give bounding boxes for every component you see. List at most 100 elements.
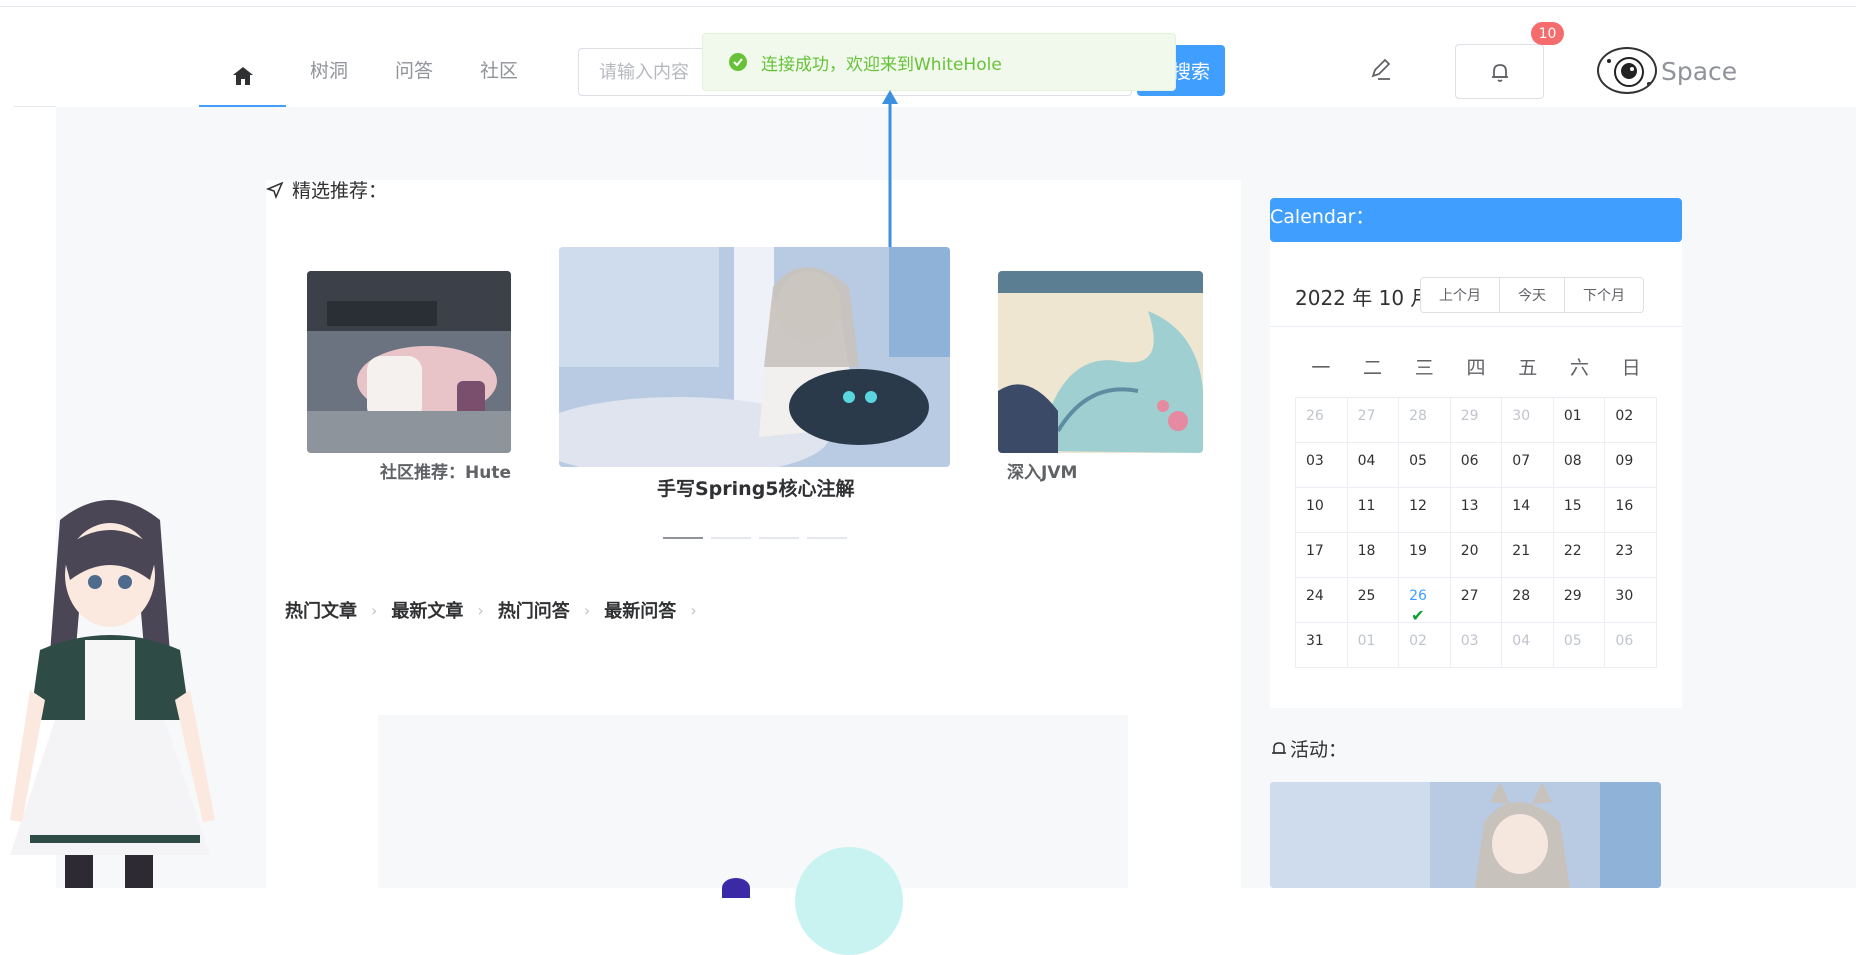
calendar-day[interactable]: 24 [1296, 578, 1348, 623]
calendar-day[interactable]: 22 [1553, 533, 1606, 578]
calendar-day[interactable]: 18 [1347, 533, 1400, 578]
prev-month-button[interactable]: 上个月 [1421, 278, 1500, 312]
calendar-day[interactable]: 04 [1347, 443, 1400, 488]
calendar-day-number: 15 [1563, 498, 1582, 514]
calendar-day-number: 11 [1357, 498, 1376, 514]
nav-item-qa[interactable]: 问答 [395, 56, 433, 83]
astronaut-avatar-icon [1607, 57, 1651, 87]
calendar-day[interactable]: 26 [1296, 398, 1348, 443]
calendar-day[interactable]: 31 [1296, 623, 1348, 668]
weekday-label: 五 [1518, 357, 1538, 379]
carousel-dot[interactable] [711, 537, 751, 539]
calendar-day[interactable]: 02 [1605, 398, 1657, 443]
calendar-day[interactable]: 17 [1296, 533, 1348, 578]
tab-latest-qa[interactable]: 最新问答 [604, 597, 676, 623]
calendar-day[interactable]: 02 [1399, 623, 1451, 668]
calendar-day[interactable]: 19 [1399, 533, 1451, 578]
calendar-day[interactable]: 13 [1450, 488, 1503, 533]
slide-image-gaming [307, 271, 511, 453]
nav-home[interactable] [199, 44, 286, 107]
calendar-day-number: 26 [1306, 408, 1324, 424]
calendar-day-number: 02 [1615, 408, 1634, 424]
calendar-day[interactable]: 01 [1553, 398, 1606, 443]
carousel-dot[interactable] [759, 537, 799, 539]
activity-title: 活动： [1270, 735, 1347, 762]
calendar-day[interactable]: 29 [1553, 578, 1606, 623]
nav-item-treehole[interactable]: 树洞 [310, 56, 348, 83]
calendar-day[interactable]: 27 [1450, 578, 1503, 623]
calendar-day[interactable]: 29 [1450, 398, 1503, 443]
slide-image-waves [998, 271, 1203, 453]
calendar-day-number: 03 [1460, 633, 1479, 649]
content-placeholder-panel [378, 715, 1128, 888]
calendar-day[interactable]: 12 [1399, 488, 1451, 533]
activity-banner[interactable] [1270, 782, 1661, 888]
bell-icon [1491, 63, 1508, 82]
mascot-character[interactable] [0, 490, 230, 888]
calendar-day[interactable]: 08 [1553, 443, 1606, 488]
calendar-day[interactable]: 15 [1553, 488, 1606, 533]
calendar-day[interactable]: 25 [1347, 578, 1400, 623]
nav-item-community[interactable]: 社区 [480, 56, 518, 83]
calendar-day-number: 26 [1409, 588, 1427, 604]
calendar-day[interactable]: 01 [1347, 623, 1400, 668]
calendar-day-number: 07 [1512, 453, 1531, 469]
space-label[interactable]: Space [1661, 57, 1737, 86]
calendar-day[interactable]: 28 [1399, 398, 1451, 443]
tab-hot-qa[interactable]: 热门问答 [498, 597, 570, 623]
calendar-day[interactable]: 05 [1553, 623, 1606, 668]
calendar-day[interactable]: 03 [1296, 443, 1348, 488]
calendar-day[interactable]: 11 [1347, 488, 1400, 533]
calendar-day[interactable]: 06 [1450, 443, 1503, 488]
calendar-day-today[interactable]: 26 ✔ [1399, 578, 1451, 625]
calendar-day-number: 01 [1357, 633, 1376, 649]
avatar[interactable] [1597, 47, 1657, 94]
carousel-slide-right[interactable] [998, 271, 1203, 453]
today-button[interactable]: 今天 [1500, 278, 1565, 312]
calendar-day[interactable]: 07 [1502, 443, 1554, 488]
weekday-label: 四 [1466, 357, 1486, 379]
calendar-day[interactable]: 20 [1450, 533, 1503, 578]
calendar-day-number: 27 [1460, 588, 1479, 604]
carousel-dot[interactable] [663, 537, 703, 539]
calendar-day[interactable]: 28 [1502, 578, 1554, 623]
calendar-day[interactable]: 16 [1605, 488, 1657, 533]
tab-hot-articles[interactable]: 热门文章 [285, 597, 357, 623]
notification-button[interactable] [1455, 44, 1544, 99]
calendar-day-number: 10 [1306, 498, 1324, 514]
carousel-dot[interactable] [807, 537, 847, 539]
write-button[interactable] [1368, 56, 1398, 86]
calendar-day[interactable]: 06 [1605, 623, 1657, 668]
calendar-day[interactable]: 30 [1502, 398, 1554, 443]
calendar-day[interactable]: 09 [1605, 443, 1657, 488]
tab-latest-articles[interactable]: 最新文章 [391, 597, 463, 623]
calendar-day-number: 29 [1563, 588, 1582, 604]
calendar-day[interactable]: 05 [1399, 443, 1451, 488]
activity-image-anime [1270, 782, 1661, 888]
calendar-day[interactable]: 14 [1502, 488, 1554, 533]
calendar-day-number: 09 [1615, 453, 1634, 469]
calendar-day-number: 01 [1563, 408, 1582, 424]
calendar-year-month: 2022 年 10 月 [1295, 286, 1431, 310]
slide-caption-active: 手写Spring5核心注解 [657, 478, 855, 500]
send-icon [266, 181, 284, 199]
carousel-slide-left[interactable] [307, 271, 511, 453]
next-month-button[interactable]: 下个月 [1565, 278, 1643, 312]
calendar-day[interactable]: 04 [1502, 623, 1554, 668]
weekday-label: 六 [1569, 357, 1589, 379]
carousel-slide-active[interactable] [559, 247, 950, 467]
calendar-grid: 一 二 三 四 五 六 日 26 27 28 29 30 01 02 03 04 05 06 07 08… [1295, 353, 1657, 668]
calendar-day-number: 13 [1460, 498, 1479, 514]
calendar-day[interactable]: 21 [1502, 533, 1554, 578]
calendar-day[interactable]: 23 [1605, 533, 1657, 578]
calendar-day-number: 21 [1512, 543, 1531, 559]
search-button-label: 搜索 [1171, 61, 1210, 83]
calendar-day[interactable]: 10 [1296, 488, 1348, 533]
calendar-day[interactable]: 30 [1605, 578, 1657, 623]
calendar-day-number: 04 [1512, 633, 1531, 649]
calendar-day[interactable]: 27 [1347, 398, 1400, 443]
calendar-day[interactable]: 03 [1450, 623, 1503, 668]
calendar-day-number: 12 [1409, 498, 1427, 514]
calendar-day-number: 05 [1409, 453, 1427, 469]
chevron-right-icon: › [477, 600, 484, 620]
